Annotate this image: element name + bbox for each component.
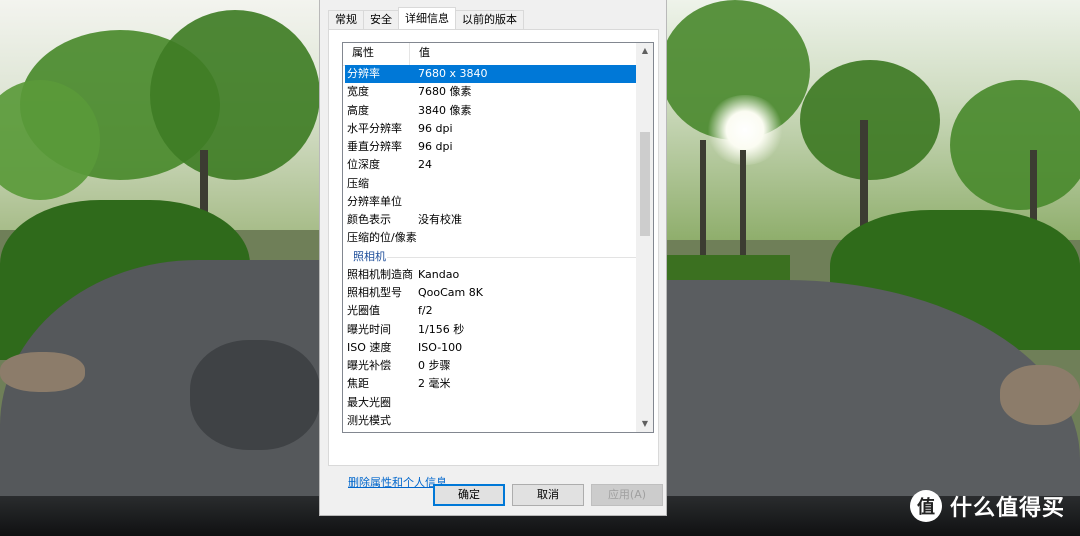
details-panel: 属性 值 分辨率 7680 x 3840 宽度 7680 像素 高度 3840 像素 … xyxy=(328,29,659,489)
row-property: 宽度 xyxy=(347,85,369,99)
row-property: 焦距 xyxy=(347,377,369,391)
tab-security[interactable]: 安全 xyxy=(363,10,399,29)
table-row[interactable]: ISO 速度 ISO-100 xyxy=(345,339,637,357)
table-row[interactable]: 位深度 24 xyxy=(345,156,637,174)
row-value: 24 xyxy=(418,158,432,172)
row-property: 水平分辨率 xyxy=(347,121,402,135)
table-row[interactable]: 水平分辨率 96 dpi xyxy=(345,120,637,138)
scroll-thumb[interactable] xyxy=(640,132,650,236)
row-property: 分辨率单位 xyxy=(347,194,402,208)
table-row[interactable]: 颜色表示 没有校准 xyxy=(345,211,637,229)
table-row[interactable]: 分辨率单位 xyxy=(345,193,637,211)
vertical-scrollbar[interactable]: ▲ ▼ xyxy=(636,43,653,432)
row-value xyxy=(416,394,418,412)
group-divider xyxy=(387,256,637,258)
row-property: 压缩 xyxy=(347,176,369,190)
table-row[interactable]: 垂直分辨率 96 dpi xyxy=(345,138,637,156)
row-property: 最大光圈 xyxy=(347,395,391,409)
table-row[interactable]: 最大光圈 xyxy=(345,394,637,412)
table-row[interactable]: 光圈值 f/2 xyxy=(345,302,637,320)
property-rows: 分辨率 7680 x 3840 宽度 7680 像素 高度 3840 像素 水平分辨率… xyxy=(345,65,637,430)
row-value: 7680 x 3840 xyxy=(418,67,488,80)
row-property: 压缩的位/像素 xyxy=(347,231,417,245)
row-value xyxy=(416,193,418,211)
row-property: 曝光时间 xyxy=(347,322,391,336)
row-value: 1/156 秒 xyxy=(418,322,465,336)
table-row[interactable]: 高度 3840 像素 xyxy=(345,102,637,120)
column-header-value[interactable]: 值 xyxy=(410,43,639,65)
row-property: 照相机型号 xyxy=(347,286,402,299)
row-property: ISO 速度 xyxy=(347,340,392,354)
scroll-down-icon[interactable]: ▼ xyxy=(637,416,653,432)
row-value: f/2 xyxy=(418,304,433,318)
watermark-logo-icon: 值 xyxy=(910,490,942,522)
watermark: 值 什么值得买 xyxy=(910,490,1065,522)
row-value: QooCam 8K xyxy=(418,286,483,299)
table-row[interactable]: 压缩 xyxy=(345,175,637,193)
row-property: 颜色表示 xyxy=(347,213,391,226)
row-value: 2 毫米 xyxy=(418,377,451,391)
row-property: 光圈值 xyxy=(347,304,380,318)
table-row[interactable]: 照相机制造商 Kandao xyxy=(345,266,637,284)
row-value xyxy=(416,229,418,247)
row-value: ISO-100 xyxy=(418,340,463,354)
properties-dialog: 常规 安全 详细信息 以前的版本 属性 值 分辨率 7680 x 3840 宽度 7… xyxy=(319,0,667,516)
row-value xyxy=(416,175,418,193)
table-row[interactable]: 焦距 2 毫米 xyxy=(345,375,637,393)
row-value: 没有校准 xyxy=(418,213,462,226)
property-list[interactable]: 属性 值 分辨率 7680 x 3840 宽度 7680 像素 高度 3840 像素 … xyxy=(342,42,654,433)
row-value: 96 dpi xyxy=(418,140,453,153)
row-value: Kandao xyxy=(418,267,460,281)
row-property: 垂直分辨率 xyxy=(347,140,402,153)
tab-bar: 常规 安全 详细信息 以前的版本 xyxy=(328,7,524,29)
table-row[interactable]: 分辨率 7680 x 3840 xyxy=(345,65,637,84)
tab-general[interactable]: 常规 xyxy=(328,10,364,29)
row-value: 0 步骤 xyxy=(418,359,451,372)
watermark-text: 什么值得买 xyxy=(950,496,1066,521)
apply-button[interactable]: 应用(A) xyxy=(591,484,663,506)
tab-details[interactable]: 详细信息 xyxy=(398,7,456,29)
table-row[interactable]: 压缩的位/像素 xyxy=(345,229,637,247)
row-value: 96 dpi xyxy=(418,121,453,135)
group-header-camera: 照相机 xyxy=(345,248,637,266)
row-value: 3840 像素 xyxy=(418,103,472,117)
table-row[interactable]: 曝光补偿 0 步骤 xyxy=(345,357,637,375)
scroll-up-icon[interactable]: ▲ xyxy=(637,43,653,59)
row-property: 照相机制造商 xyxy=(347,267,413,281)
row-property: 位深度 xyxy=(347,158,380,172)
table-row[interactable]: 曝光时间 1/156 秒 xyxy=(345,321,637,339)
row-value xyxy=(416,412,418,430)
row-property: 高度 xyxy=(347,103,369,117)
row-property: 分辨率 xyxy=(347,67,380,80)
list-header: 属性 值 xyxy=(343,43,639,66)
row-property: 曝光补偿 xyxy=(347,359,391,372)
row-property: 测光模式 xyxy=(347,413,391,427)
column-header-property[interactable]: 属性 xyxy=(343,43,410,65)
table-row[interactable]: 宽度 7680 像素 xyxy=(345,83,637,101)
table-row[interactable]: 测光模式 xyxy=(345,412,637,430)
row-value: 7680 像素 xyxy=(418,85,472,99)
cancel-button[interactable]: 取消 xyxy=(512,484,584,506)
tab-previous-versions[interactable]: 以前的版本 xyxy=(455,10,524,29)
ok-button[interactable]: 确定 xyxy=(433,484,505,506)
table-row[interactable]: 照相机型号 QooCam 8K xyxy=(345,284,637,302)
